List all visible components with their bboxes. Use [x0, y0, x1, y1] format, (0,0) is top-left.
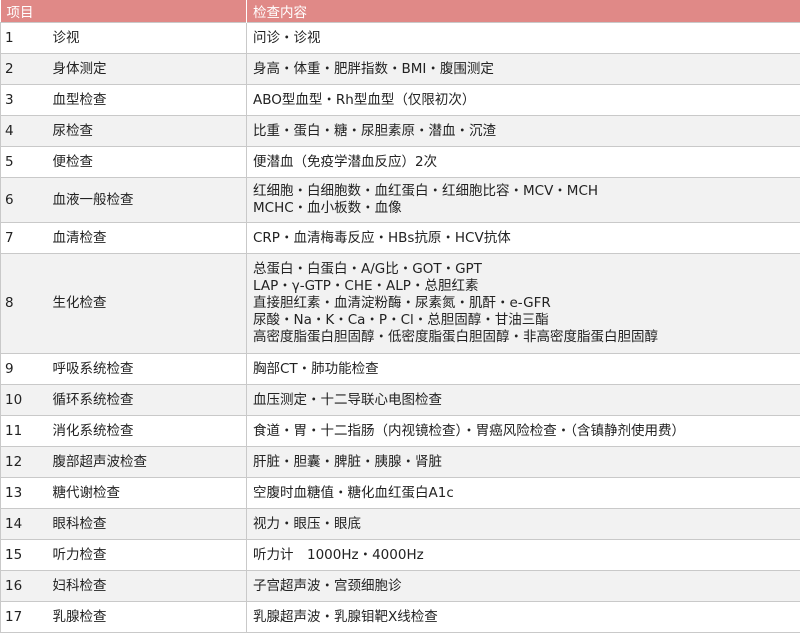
- content-line: 听力计 1000Hz・4000Hz: [253, 547, 794, 564]
- content-line: 子宫超声波・宫颈细胞诊: [253, 578, 794, 595]
- row-item-name: 糖代谢检查: [45, 478, 247, 509]
- row-number: 9: [1, 354, 45, 385]
- row-number: 15: [1, 540, 45, 571]
- row-number: 2: [1, 54, 45, 85]
- table-row: 14眼科检查视力・眼压・眼底: [1, 509, 800, 540]
- content-line: LAP・γ-GTP・CHE・ALP・总胆红素: [253, 278, 794, 295]
- content-line: 乳腺超声波・乳腺钼靶X线检查: [253, 609, 794, 626]
- row-content: 红细胞・白细胞数・血红蛋白・红细胞比容・MCV・MCHMCHC・血小板数・血像: [247, 178, 800, 223]
- row-content: 比重・蛋白・糖・尿胆素原・潜血・沉渣: [247, 116, 800, 147]
- row-item-name: 诊视: [45, 23, 247, 54]
- row-number: 14: [1, 509, 45, 540]
- row-content: 便潜血（免疫学潜血反应）2次: [247, 147, 800, 178]
- row-number: 8: [1, 254, 45, 354]
- content-line: 总蛋白・白蛋白・A/G比・GOT・GPT: [253, 261, 794, 278]
- row-item-name: 生化检查: [45, 254, 247, 354]
- row-number: 17: [1, 602, 45, 633]
- table-row: 11消化系统检查食道・胃・十二指肠（内视镜检查）・胃癌风险检查・（含镇静剂使用费…: [1, 416, 800, 447]
- table-row: 8生化检查总蛋白・白蛋白・A/G比・GOT・GPTLAP・γ-GTP・CHE・A…: [1, 254, 800, 354]
- content-line: 身高・体重・肥胖指数・BMI・腹围测定: [253, 61, 794, 78]
- row-number: 10: [1, 385, 45, 416]
- row-content: CRP・血清梅毒反应・HBs抗原・HCV抗体: [247, 223, 800, 254]
- table-row: 1诊视问诊・诊视: [1, 23, 800, 54]
- row-number: 13: [1, 478, 45, 509]
- row-number: 16: [1, 571, 45, 602]
- header-content: 检查内容: [247, 0, 800, 23]
- row-content: 乳腺超声波・乳腺钼靶X线检查: [247, 602, 800, 633]
- row-content: 肝脏・胆囊・脾脏・胰腺・肾脏: [247, 447, 800, 478]
- content-line: ABO型血型・Rh型血型（仅限初次）: [253, 92, 794, 109]
- content-line: 空腹时血糖值・糖化血红蛋白A1c: [253, 485, 794, 502]
- row-content: 子宫超声波・宫颈细胞诊: [247, 571, 800, 602]
- row-content: 问诊・诊视: [247, 23, 800, 54]
- table-row: 12腹部超声波检查肝脏・胆囊・脾脏・胰腺・肾脏: [1, 447, 800, 478]
- row-number: 12: [1, 447, 45, 478]
- row-number: 5: [1, 147, 45, 178]
- table-row: 6血液一般检查红细胞・白细胞数・血红蛋白・红细胞比容・MCV・MCHMCHC・血…: [1, 178, 800, 223]
- row-item-name: 听力检查: [45, 540, 247, 571]
- table-row: 4尿检查比重・蛋白・糖・尿胆素原・潜血・沉渣: [1, 116, 800, 147]
- table-row: 5便检查便潜血（免疫学潜血反应）2次: [1, 147, 800, 178]
- row-item-name: 乳腺检查: [45, 602, 247, 633]
- row-item-name: 血液一般检查: [45, 178, 247, 223]
- content-line: 视力・眼压・眼底: [253, 516, 794, 533]
- row-number: 11: [1, 416, 45, 447]
- table-row: 7血清检查 CRP・血清梅毒反应・HBs抗原・HCV抗体: [1, 223, 800, 254]
- row-item-name: 便检查: [45, 147, 247, 178]
- table-row: 10循环系统检查血压测定・十二导联心电图检查: [1, 385, 800, 416]
- row-item-name: 循环系统检查: [45, 385, 247, 416]
- row-content: 视力・眼压・眼底: [247, 509, 800, 540]
- content-line: 高密度脂蛋白胆固醇・低密度脂蛋白胆固醇・非高密度脂蛋白胆固醇: [253, 329, 794, 346]
- content-line: 胸部CT・肺功能检查: [253, 361, 794, 378]
- content-line: CRP・血清梅毒反应・HBs抗原・HCV抗体: [253, 230, 794, 247]
- row-content: 空腹时血糖值・糖化血红蛋白A1c: [247, 478, 800, 509]
- content-line: 问诊・诊视: [253, 30, 794, 47]
- row-number: 1: [1, 23, 45, 54]
- row-item-name: 消化系统检查: [45, 416, 247, 447]
- row-content: 血压测定・十二导联心电图检查: [247, 385, 800, 416]
- row-item-name: 妇科检查: [45, 571, 247, 602]
- content-line: 直接胆红素・血清淀粉酶・尿素氮・肌酐・e-GFR: [253, 295, 794, 312]
- row-item-name: 尿检查: [45, 116, 247, 147]
- content-line: 尿酸・Na・K・Ca・P・Cl・总胆固醇・甘油三酯: [253, 312, 794, 329]
- row-number: 3: [1, 85, 45, 116]
- table-header: 项目 检查内容: [1, 0, 800, 23]
- table-row: 2身体测定身高・体重・肥胖指数・BMI・腹围测定: [1, 54, 800, 85]
- row-content: 食道・胃・十二指肠（内视镜检查）・胃癌风险检查・（含镇静剂使用费）: [247, 416, 800, 447]
- content-line: 血压测定・十二导联心电图检查: [253, 392, 794, 409]
- content-line: 红细胞・白细胞数・血红蛋白・红细胞比容・MCV・MCH: [253, 183, 794, 200]
- table-row: 9呼吸系统检查胸部CT・肺功能检查: [1, 354, 800, 385]
- exam-items-table: 项目 检查内容 1诊视问诊・诊视2身体测定身高・体重・肥胖指数・BMI・腹围测定…: [0, 0, 800, 633]
- content-line: 肝脏・胆囊・脾脏・胰腺・肾脏: [253, 454, 794, 471]
- header-item: 项目: [1, 0, 247, 23]
- content-line: 比重・蛋白・糖・尿胆素原・潜血・沉渣: [253, 123, 794, 140]
- row-item-name: 血型检查: [45, 85, 247, 116]
- content-line: MCHC・血小板数・血像: [253, 200, 794, 217]
- table-row: 13糖代谢检查空腹时血糖值・糖化血红蛋白A1c: [1, 478, 800, 509]
- row-item-name: 血清检查: [45, 223, 247, 254]
- row-content: 听力计 1000Hz・4000Hz: [247, 540, 800, 571]
- table-row: 15听力检查听力计 1000Hz・4000Hz: [1, 540, 800, 571]
- row-content: 总蛋白・白蛋白・A/G比・GOT・GPTLAP・γ-GTP・CHE・ALP・总胆…: [247, 254, 800, 354]
- row-number: 6: [1, 178, 45, 223]
- row-item-name: 身体测定: [45, 54, 247, 85]
- row-content: 身高・体重・肥胖指数・BMI・腹围测定: [247, 54, 800, 85]
- row-item-name: 眼科检查: [45, 509, 247, 540]
- row-number: 7: [1, 223, 45, 254]
- table-row: 3血型检查 ABO型血型・Rh型血型（仅限初次）: [1, 85, 800, 116]
- content-line: 便潜血（免疫学潜血反应）2次: [253, 154, 794, 171]
- row-item-name: 腹部超声波检查: [45, 447, 247, 478]
- table-row: 16妇科检查子宫超声波・宫颈细胞诊: [1, 571, 800, 602]
- table-body: 1诊视问诊・诊视2身体测定身高・体重・肥胖指数・BMI・腹围测定3血型检查ABO…: [1, 23, 800, 633]
- row-item-name: 呼吸系统检查: [45, 354, 247, 385]
- row-content: ABO型血型・Rh型血型（仅限初次）: [247, 85, 800, 116]
- content-line: 食道・胃・十二指肠（内视镜检查）・胃癌风险检查・（含镇静剂使用费）: [253, 423, 794, 440]
- row-number: 4: [1, 116, 45, 147]
- table-row: 17乳腺检查乳腺超声波・乳腺钼靶X线检查: [1, 602, 800, 633]
- row-content: 胸部CT・肺功能检查: [247, 354, 800, 385]
